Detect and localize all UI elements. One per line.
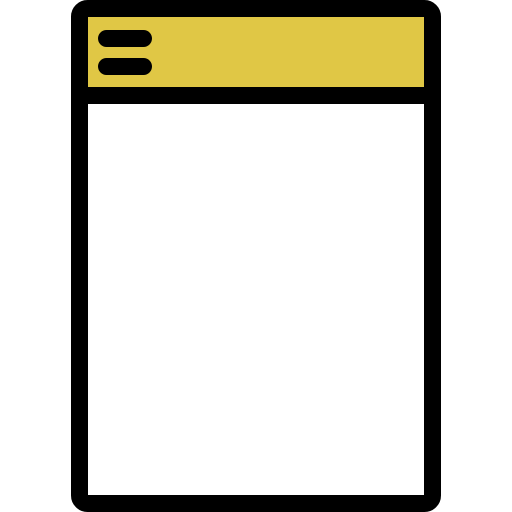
window-header-bar [88,17,424,94]
window-header-divider [88,87,424,104]
window-document-icon [71,0,441,512]
icon-canvas [0,0,512,512]
menu-line-top [98,30,152,47]
menu-line-bottom [98,58,152,75]
